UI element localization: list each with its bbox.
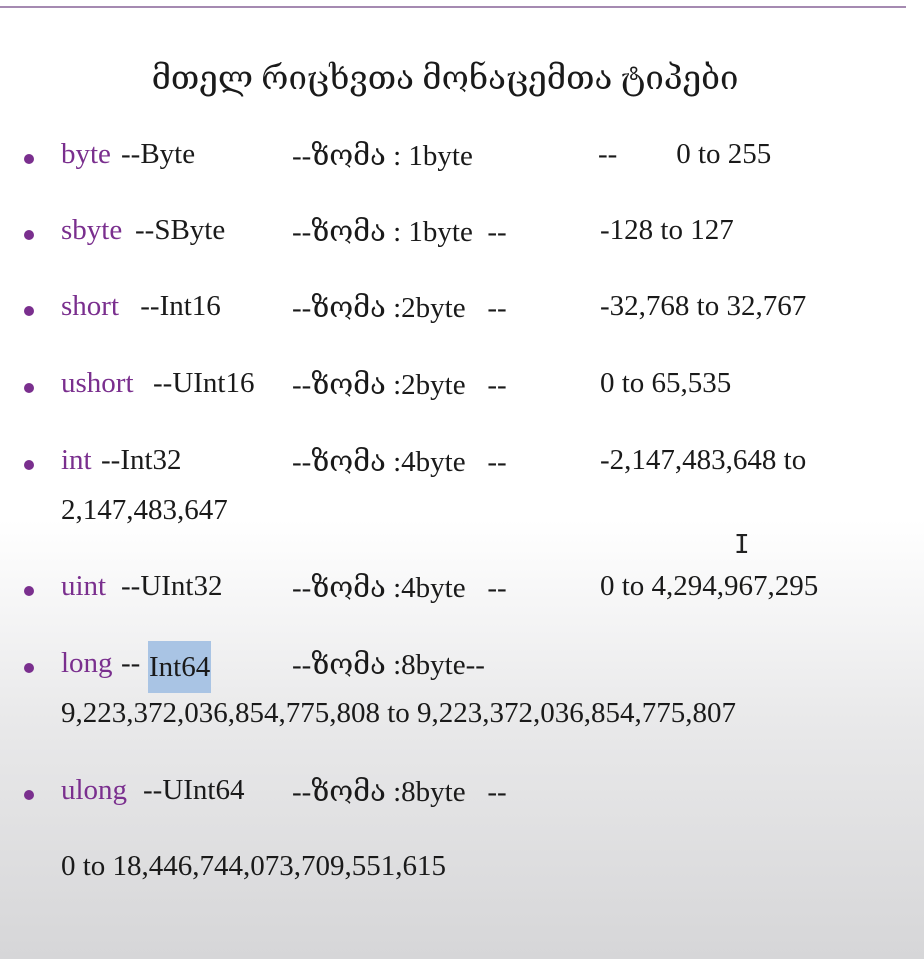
- bullet-icon: [24, 154, 34, 164]
- bullet-icon: [24, 790, 34, 800]
- type-range: 0 to 65,535: [600, 367, 732, 399]
- type-alias: --UInt64: [143, 774, 245, 806]
- type-range: -128 to 127: [600, 214, 734, 246]
- type-range-continued: 2,147,483,647: [61, 494, 228, 526]
- type-size: --ზომა : 1byte: [292, 140, 473, 172]
- type-size: --ზომა :2byte --: [292, 292, 507, 324]
- type-keyword: ulong: [61, 774, 128, 806]
- bullet-icon: [24, 460, 34, 470]
- type-alias-dash: --: [121, 647, 141, 679]
- slide-title: მთელ რიცხვთა მონაცემთა ტიპები: [151, 61, 739, 97]
- type-range: 0 to 255: [640, 138, 772, 170]
- bullet-icon: [24, 663, 34, 673]
- type-size: --ზომა :8byte--: [292, 649, 485, 681]
- type-keyword: short: [61, 290, 119, 322]
- type-size: --ზომა : 1byte --: [292, 216, 507, 248]
- type-keyword: int: [61, 444, 92, 476]
- type-range: -2,147,483,648 to: [600, 444, 807, 476]
- type-size: --ზომა :4byte --: [292, 446, 507, 478]
- type-keyword: ushort: [61, 367, 134, 399]
- type-size: --ზომა :2byte --: [292, 369, 507, 401]
- separator: --: [598, 138, 618, 170]
- type-range-continued: 9,223,372,036,854,775,808 to 9,223,372,0…: [61, 697, 737, 729]
- type-alias: --UInt32: [121, 570, 223, 602]
- bullet-icon: [24, 306, 34, 316]
- type-alias: --UInt16: [153, 367, 255, 399]
- type-keyword: uint: [61, 570, 107, 602]
- type-alias: --Byte: [121, 138, 196, 170]
- type-keyword: sbyte: [61, 214, 123, 246]
- type-size: --ზომა :4byte --: [292, 572, 507, 604]
- type-keyword: byte: [61, 138, 111, 170]
- type-range: -32,768 to 32,767: [600, 290, 807, 322]
- type-range: 0 to 4,294,967,295: [600, 570, 819, 602]
- type-alias: --SByte: [135, 214, 226, 246]
- type-alias: --Int16: [133, 290, 221, 322]
- bullet-icon: [24, 586, 34, 596]
- text-cursor-icon: I: [734, 530, 750, 560]
- type-alias: --Int32: [101, 444, 182, 476]
- type-size: --ზომა :8byte --: [292, 776, 507, 808]
- type-range-continued: 0 to 18,446,744,073,709,551,615: [61, 850, 447, 882]
- top-rule: [0, 6, 906, 8]
- bullet-icon: [24, 383, 34, 393]
- bullet-icon: [24, 230, 34, 240]
- type-keyword: long: [61, 647, 113, 679]
- selected-text-highlight[interactable]: Int64: [148, 641, 212, 693]
